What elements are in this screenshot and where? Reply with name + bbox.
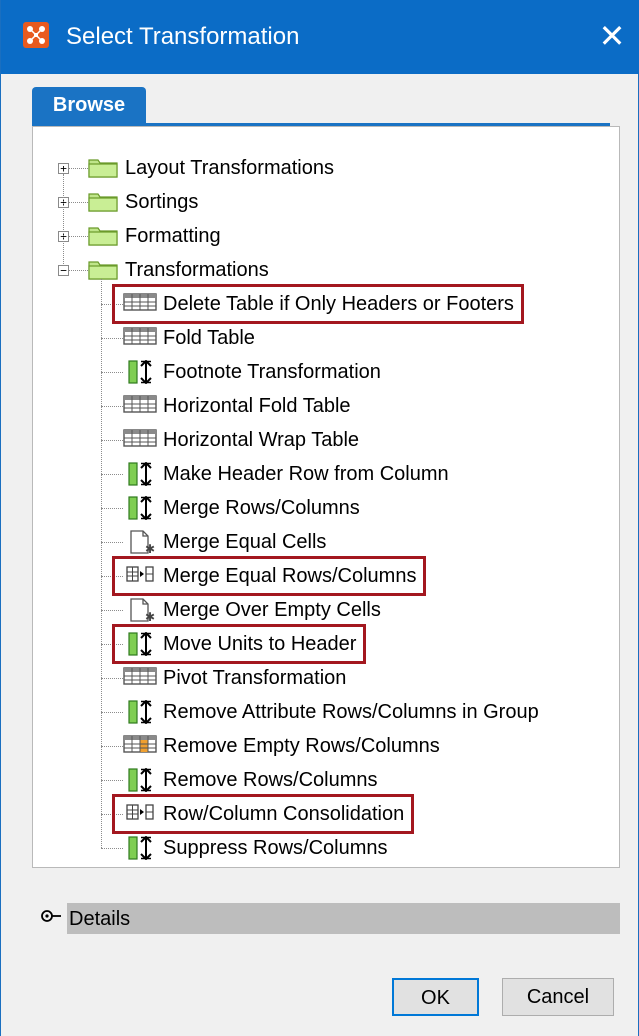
tree-item-label[interactable]: Merge Rows/Columns — [163, 491, 360, 525]
tree-connector — [101, 440, 123, 441]
tree-item-label[interactable]: Horizontal Fold Table — [163, 389, 351, 423]
tree-group-label-2[interactable]: Formatting — [125, 219, 221, 253]
highlight-box — [112, 556, 427, 596]
tree-connector — [101, 610, 123, 611]
tree-connector — [101, 848, 123, 849]
table-icon — [123, 394, 157, 419]
column-arrows-icon — [123, 461, 157, 491]
tree-item-label[interactable]: Merge Over Empty Cells — [163, 593, 381, 627]
tree-item-label[interactable]: Make Header Row from Column — [163, 457, 449, 491]
tree-connector — [101, 678, 123, 679]
tree-item-label[interactable]: Suppress Rows/Columns — [163, 831, 388, 865]
tree-group-label-1[interactable]: Sortings — [125, 185, 198, 219]
column-arrows-icon — [123, 359, 157, 389]
tree-item-label[interactable]: Remove Attribute Rows/Columns in Group — [163, 695, 539, 729]
tree-group-label-0[interactable]: Layout Transformations — [125, 151, 334, 185]
folder-icon — [88, 190, 118, 217]
tree-connector — [101, 279, 102, 848]
tree-connector — [69, 202, 88, 203]
tree-connector — [101, 338, 123, 339]
column-arrows-icon — [123, 835, 157, 865]
details-label: Details — [69, 908, 131, 930]
tree-group-label-3[interactable]: Transformations — [125, 253, 269, 287]
tab-browse[interactable]: Browse — [32, 87, 146, 123]
tree-expander-3[interactable]: − — [58, 265, 69, 276]
details-toggle-icon[interactable] — [39, 906, 65, 926]
tree-connector — [69, 270, 88, 271]
table-icon — [123, 666, 157, 691]
highlight-box — [112, 284, 524, 324]
column-arrows-icon — [123, 699, 157, 729]
details-section-bar[interactable] — [67, 903, 620, 934]
svg-text:✱: ✱ — [145, 542, 155, 554]
folder-icon — [88, 258, 118, 285]
tree-item-label[interactable]: Fold Table — [163, 321, 255, 355]
cancel-button[interactable]: Cancel — [502, 978, 614, 1016]
tree-connector — [63, 174, 64, 264]
tree-connector — [101, 508, 123, 509]
title-bar: Select Transformation ✕ — [1, 0, 639, 74]
app-icon — [23, 22, 49, 48]
table-icon — [123, 326, 157, 351]
document-icon: ✱ — [123, 530, 157, 559]
folder-icon — [88, 224, 118, 251]
window-title: Select Transformation — [66, 23, 300, 50]
tree-connector — [101, 542, 123, 543]
tree-connector — [101, 746, 123, 747]
document-icon: ✱ — [123, 598, 157, 627]
column-arrows-icon — [123, 495, 157, 525]
tree-connector — [101, 474, 123, 475]
tree-item-label[interactable]: Merge Equal Cells — [163, 525, 326, 559]
svg-text:✱: ✱ — [145, 610, 155, 622]
select-transformation-dialog: Select Transformation ✕ Browse + Layout T… — [0, 0, 639, 1036]
folder-icon — [88, 156, 118, 183]
tree-expander-0[interactable]: + — [58, 163, 69, 174]
tree-connector — [101, 712, 123, 713]
column-arrows-icon — [123, 767, 157, 797]
tree-connector — [101, 372, 123, 373]
tree-item-label[interactable]: Remove Rows/Columns — [163, 763, 378, 797]
tree-connector — [69, 168, 88, 169]
ok-button[interactable]: OK — [392, 978, 479, 1016]
tree-item-label[interactable]: Remove Empty Rows/Columns — [163, 729, 440, 763]
close-icon[interactable]: ✕ — [594, 16, 630, 56]
table-icon — [123, 428, 157, 453]
tree-connector — [69, 236, 88, 237]
highlight-box — [112, 624, 367, 664]
tree-item-label[interactable]: Horizontal Wrap Table — [163, 423, 359, 457]
highlight-box — [112, 794, 415, 834]
tree-item-label[interactable]: Pivot Transformation — [163, 661, 346, 695]
tree-connector — [101, 780, 123, 781]
table-orange-icon — [123, 734, 157, 759]
tree-connector — [101, 406, 123, 407]
tree-item-label[interactable]: Footnote Transformation — [163, 355, 381, 389]
